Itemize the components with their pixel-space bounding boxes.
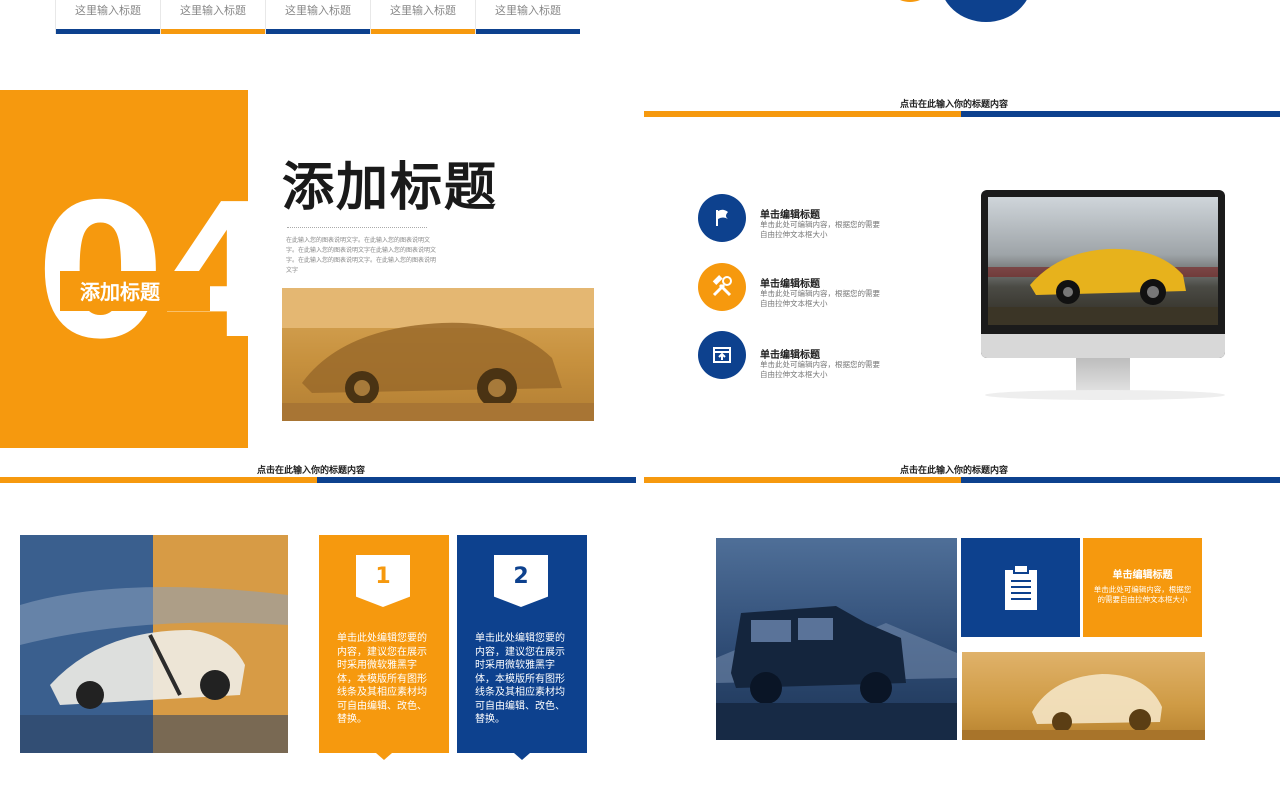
feature-title-3: 单击编辑标题 bbox=[760, 350, 820, 361]
top-tab-strip: 这里输入标题 这里输入标题 这里输入标题 这里输入标题 这里输入标题 bbox=[55, 0, 581, 34]
monitor-screen bbox=[988, 197, 1218, 325]
tab-5[interactable]: 这里输入标题 bbox=[475, 0, 580, 34]
car-illustration bbox=[282, 288, 594, 421]
hatchback-illustration bbox=[962, 674, 1205, 740]
tab-underline bbox=[266, 29, 370, 34]
monitor-shadow bbox=[985, 390, 1225, 400]
section-paragraph: 在此输入您的图表说明文字。在此输入您的图表说明文字。在此输入您的图表说明文字在此… bbox=[286, 237, 437, 274]
title-bar-orange bbox=[644, 111, 961, 117]
tools-icon bbox=[712, 275, 732, 297]
title-bar-orange bbox=[644, 477, 961, 483]
split-car-image bbox=[20, 535, 288, 753]
decor-circle-blue bbox=[940, 0, 1032, 22]
feature-circle-2 bbox=[698, 263, 746, 311]
feature-desc-3: 单击此处可编辑内容，根据您的需要自由拉伸文本框大小 bbox=[760, 360, 880, 379]
slide-title-top-right: 点击在此输入你的标题内容 bbox=[900, 100, 1009, 110]
tab-label: 这里输入标题 bbox=[75, 4, 141, 17]
card-number-badge: 1 bbox=[356, 555, 410, 607]
section-label: 添加标题 bbox=[80, 280, 160, 304]
heading-divider bbox=[287, 227, 427, 228]
tab-2[interactable]: 这里输入标题 bbox=[160, 0, 265, 34]
info-title: 单击编辑标题 bbox=[1112, 570, 1173, 581]
card-2: 2 单击此处编辑您要的内容，建议您在展示时采用微软雅黑字体，本模版所有图形线条及… bbox=[457, 535, 587, 760]
car-image-sepia bbox=[282, 288, 594, 421]
feature-circle-3 bbox=[698, 331, 746, 379]
section-heading: 添加标题 bbox=[282, 158, 499, 218]
title-bar-blue bbox=[317, 477, 636, 483]
tab-label: 这里输入标题 bbox=[495, 4, 561, 17]
feature-desc-2: 单击此处可编辑内容，根据您的需要自由拉伸文本框大小 bbox=[760, 289, 880, 308]
white-car-sepia-image bbox=[962, 652, 1205, 740]
decor-circle-orange bbox=[885, 0, 935, 2]
title-bar-blue bbox=[961, 477, 1280, 483]
suv-image bbox=[716, 538, 957, 740]
feature-title-2: 单击编辑标题 bbox=[760, 279, 820, 290]
icon-tile-blue bbox=[961, 538, 1080, 637]
info-desc: 单击此处可编辑内容，根据您的需要自由拉伸文本框大小 bbox=[1093, 585, 1192, 604]
tab-label: 这里输入标题 bbox=[180, 4, 246, 17]
tab-3[interactable]: 这里输入标题 bbox=[265, 0, 370, 34]
feature-title-1: 单击编辑标题 bbox=[760, 210, 820, 221]
tab-4[interactable]: 这里输入标题 bbox=[370, 0, 475, 34]
feature-desc-1: 单击此处可编辑内容，根据您的需要自由拉伸文本框大小 bbox=[760, 220, 880, 239]
tab-1[interactable]: 这里输入标题 bbox=[55, 0, 160, 34]
slide-title-mid-right: 点击在此输入你的标题内容 bbox=[900, 466, 1009, 476]
tab-underline bbox=[371, 29, 475, 34]
monitor-chin bbox=[981, 334, 1225, 358]
tab-label: 这里输入标题 bbox=[285, 4, 351, 17]
tab-underline bbox=[476, 29, 580, 34]
clipboard-icon bbox=[1004, 563, 1037, 610]
tab-underline bbox=[56, 29, 160, 34]
title-bar-orange bbox=[0, 477, 317, 483]
flag-icon bbox=[716, 209, 728, 226]
title-bar-blue bbox=[961, 111, 1280, 117]
white-car-illustration bbox=[20, 535, 288, 753]
tab-underline bbox=[161, 29, 265, 34]
monitor bbox=[981, 190, 1225, 358]
info-tile-orange: 单击编辑标题 单击此处可编辑内容，根据您的需要自由拉伸文本框大小 bbox=[1083, 538, 1202, 637]
card-notch bbox=[376, 753, 392, 760]
yellow-car-illustration bbox=[988, 248, 1218, 325]
slide-title-mid-left: 点击在此输入你的标题内容 bbox=[257, 466, 366, 476]
card-text: 单击此处编辑您要的内容，建议您在展示时采用微软雅黑字体，本模版所有图形线条及其相… bbox=[475, 633, 565, 725]
tab-label: 这里输入标题 bbox=[390, 4, 456, 17]
feature-circle-1 bbox=[698, 194, 746, 242]
card-number-badge: 2 bbox=[494, 555, 548, 607]
upload-window-icon bbox=[713, 347, 731, 363]
card-text: 单击此处编辑您要的内容，建议您在展示时采用微软雅黑字体，本模版所有图形线条及其相… bbox=[337, 633, 427, 725]
suv-illustration bbox=[716, 606, 957, 740]
card-notch bbox=[514, 753, 530, 760]
card-1: 1 单击此处编辑您要的内容，建议您在展示时采用微软雅黑字体，本模版所有图形线条及… bbox=[319, 535, 449, 760]
